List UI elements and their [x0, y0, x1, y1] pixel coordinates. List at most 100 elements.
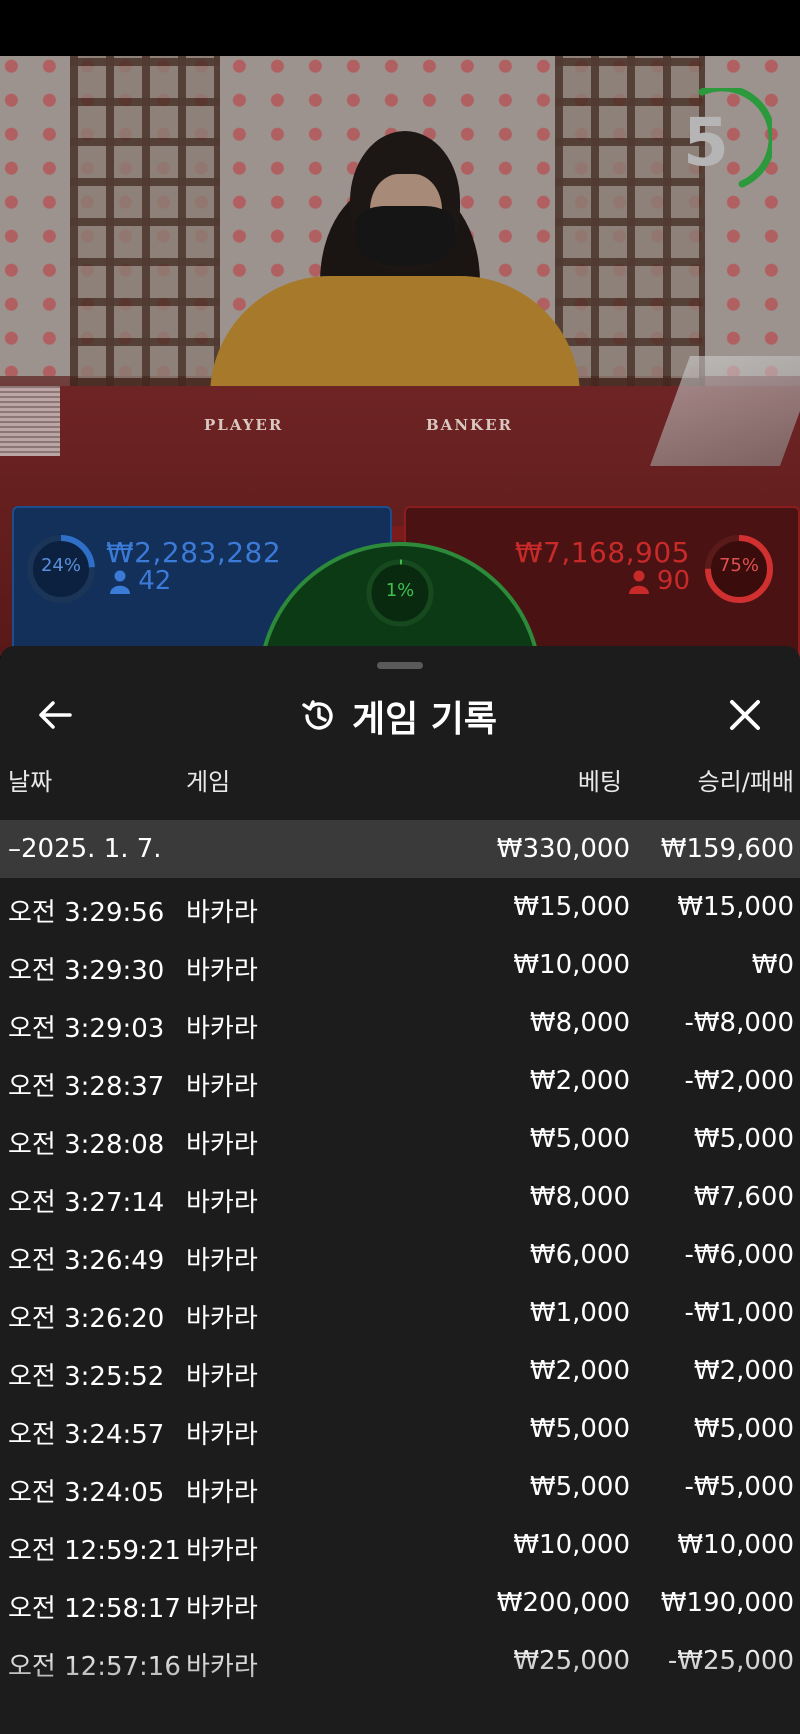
column-header-bet: 베팅	[577, 768, 622, 796]
row-bet: ₩25,000	[513, 1646, 630, 1676]
row-game: 바카라	[186, 1246, 258, 1276]
history-row[interactable]: 오전 3:24:57 바카라 ₩5,000 ₩5,000	[0, 1400, 800, 1458]
dealer-mask	[355, 206, 455, 266]
player-count-value: 42	[138, 566, 172, 596]
banker-count-value: 90	[656, 566, 690, 596]
history-row[interactable]: 오전 12:57:16 바카라 ₩25,000 -₩25,000	[0, 1632, 800, 1690]
player-bettor-count: 42	[110, 566, 171, 596]
row-bet: ₩200,000	[496, 1588, 630, 1618]
row-winloss: ₩190,000	[660, 1588, 794, 1618]
history-row[interactable]: 오전 3:27:14 바카라 ₩8,000 ₩7,600	[0, 1168, 800, 1226]
panel-title: 게임 기록	[352, 699, 498, 740]
row-time: 오전 3:27:14	[8, 1188, 165, 1218]
history-row[interactable]: 오전 3:29:56 바카라 ₩15,000 ₩15,000	[0, 878, 800, 936]
user-icon	[110, 570, 130, 594]
row-time: 오전 3:25:52	[8, 1362, 165, 1392]
card-stack	[0, 386, 60, 456]
row-bet: ₩5,000	[529, 1124, 630, 1154]
row-winloss: -₩1,000	[684, 1298, 794, 1328]
back-button[interactable]	[30, 690, 80, 740]
row-time: 오전 12:57:16	[8, 1652, 181, 1682]
row-bet: ₩8,000	[529, 1182, 630, 1212]
row-winloss: -₩8,000	[684, 1008, 794, 1038]
row-winloss: ₩15,000	[677, 892, 794, 922]
row-winloss: ₩5,000	[693, 1414, 794, 1444]
countdown-timer: 5	[683, 104, 729, 181]
row-game: 바카라	[186, 1188, 258, 1218]
summary-bet: ₩330,000	[496, 834, 630, 864]
row-bet: ₩6,000	[529, 1240, 630, 1270]
row-winloss: ₩7,600	[693, 1182, 794, 1212]
row-winloss: ₩5,000	[693, 1124, 794, 1154]
row-game: 바카라	[186, 1304, 258, 1334]
history-row[interactable]: 오전 3:29:03 바카라 ₩8,000 -₩8,000	[0, 994, 800, 1052]
row-game: 바카라	[186, 1652, 258, 1682]
row-time: 오전 3:29:03	[8, 1014, 165, 1044]
row-time: 오전 3:24:05	[8, 1478, 165, 1508]
banker-felt-label: BANKER	[426, 416, 513, 434]
row-time: 오전 3:28:37	[8, 1072, 165, 1102]
row-time: 오전 12:59:21	[8, 1536, 181, 1566]
row-bet: ₩2,000	[529, 1356, 630, 1386]
row-winloss: ₩2,000	[693, 1356, 794, 1386]
summary-date: –2025. 1. 7.	[8, 834, 162, 864]
history-row[interactable]: 오전 3:26:20 바카라 ₩1,000 -₩1,000	[0, 1284, 800, 1342]
status-bar	[0, 0, 800, 56]
row-bet: ₩8,000	[529, 1008, 630, 1038]
row-winloss: ₩0	[751, 950, 794, 980]
row-time: 오전 3:28:08	[8, 1130, 165, 1160]
history-row[interactable]: 오전 3:24:05 바카라 ₩5,000 -₩5,000	[0, 1458, 800, 1516]
row-bet: ₩5,000	[529, 1414, 630, 1444]
row-time: 오전 3:29:56	[8, 898, 165, 928]
row-game: 바카라	[186, 898, 258, 928]
history-row[interactable]: 오전 3:29:30 바카라 ₩10,000 ₩0	[0, 936, 800, 994]
row-winloss: -₩6,000	[684, 1240, 794, 1270]
column-header-winloss: 승리/패배	[697, 768, 794, 796]
history-row[interactable]: 오전 3:28:37 바카라 ₩2,000 -₩2,000	[0, 1052, 800, 1110]
row-bet: ₩10,000	[513, 1530, 630, 1560]
row-game: 바카라	[186, 1014, 258, 1044]
history-row[interactable]: 오전 3:26:49 바카라 ₩6,000 -₩6,000	[0, 1226, 800, 1284]
row-winloss: ₩10,000	[677, 1530, 794, 1560]
banker-bettor-count: 90	[628, 566, 690, 596]
row-bet: ₩1,000	[529, 1298, 630, 1328]
row-time: 오전 3:24:57	[8, 1420, 165, 1450]
date-summary-row[interactable]: –2025. 1. 7. ₩330,000 ₩159,600	[0, 820, 800, 878]
row-game: 바카라	[186, 956, 258, 986]
player-bet-amount: ₩2,283,282	[106, 536, 282, 569]
row-time: 오전 12:58:17	[8, 1594, 181, 1624]
row-time: 오전 3:29:30	[8, 956, 165, 986]
banker-bet-amount: ₩7,168,905	[514, 536, 690, 569]
history-icon	[302, 700, 333, 730]
row-game: 바카라	[186, 1536, 258, 1566]
history-row[interactable]: 오전 3:28:08 바카라 ₩5,000 ₩5,000	[0, 1110, 800, 1168]
row-bet: ₩5,000	[529, 1472, 630, 1502]
summary-winloss: ₩159,600	[660, 834, 794, 864]
row-bet: ₩15,000	[513, 892, 630, 922]
panel-header: 게임 기록	[300, 686, 497, 746]
lattice-screen-left	[70, 56, 220, 386]
row-time: 오전 3:26:49	[8, 1246, 165, 1276]
player-felt-label: PLAYER	[204, 416, 284, 434]
drag-handle[interactable]	[377, 662, 423, 669]
history-row[interactable]: 오전 12:59:21 바카라 ₩10,000 ₩10,000	[0, 1516, 800, 1574]
banker-percent: 75%	[718, 555, 759, 576]
row-bet: ₩10,000	[513, 950, 630, 980]
row-time: 오전 3:26:20	[8, 1304, 165, 1334]
close-button[interactable]	[720, 690, 770, 740]
game-history-panel: 게임 기록 날짜 게임 베팅 승리/패배 –2025. 1. 7. ₩330,0…	[0, 646, 800, 1734]
row-game: 바카라	[186, 1420, 258, 1450]
history-row[interactable]: 오전 12:58:17 바카라 ₩200,000 ₩190,000	[0, 1574, 800, 1632]
row-bet: ₩2,000	[529, 1066, 630, 1096]
column-header-date: 날짜	[8, 768, 53, 796]
row-winloss: -₩5,000	[684, 1472, 794, 1502]
arrow-left-icon	[39, 701, 72, 729]
row-game: 바카라	[186, 1594, 258, 1624]
column-header-game: 게임	[186, 768, 231, 796]
row-game: 바카라	[186, 1362, 258, 1392]
row-game: 바카라	[186, 1478, 258, 1508]
row-game: 바카라	[186, 1072, 258, 1102]
history-row[interactable]: 오전 3:25:52 바카라 ₩2,000 ₩2,000	[0, 1342, 800, 1400]
user-icon	[628, 570, 649, 594]
player-percent: 24%	[40, 555, 81, 576]
